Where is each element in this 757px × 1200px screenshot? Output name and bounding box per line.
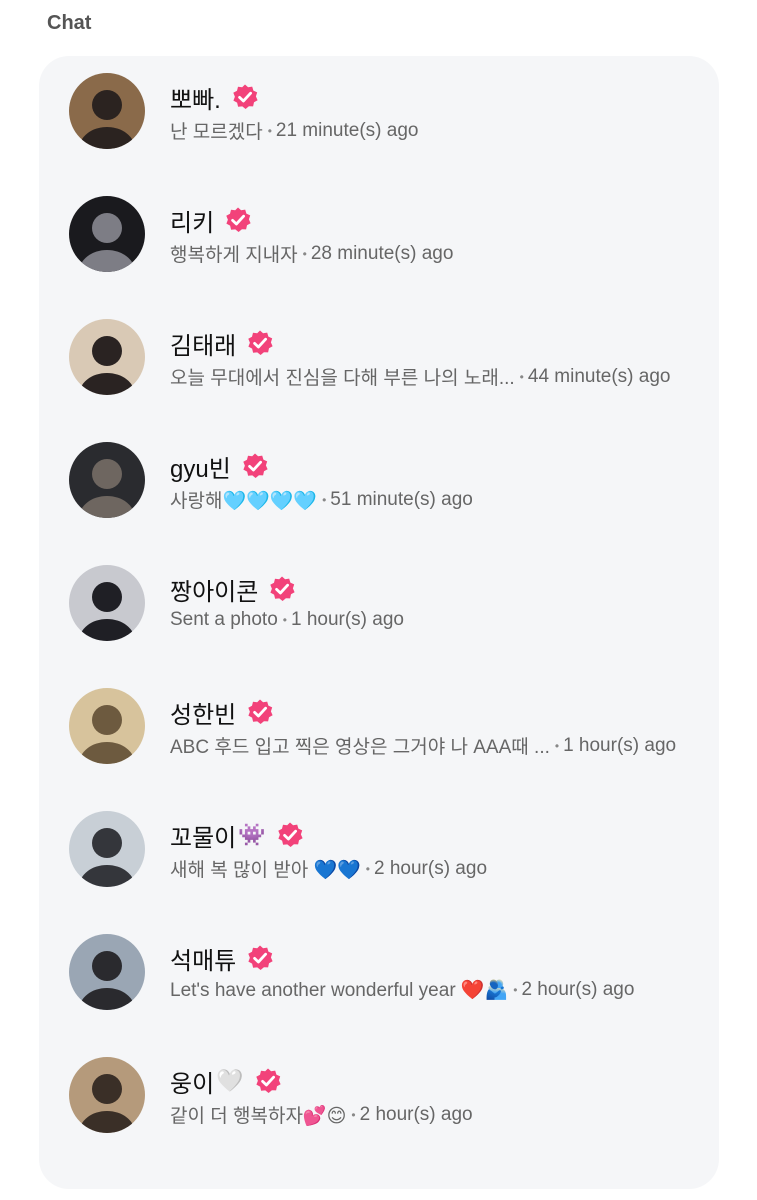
separator-dot: •: [282, 613, 287, 627]
chat-row-4[interactable]: gyu빈 사랑해🩵🩵🩵🩵 • 51 minute(s) ago: [39, 425, 719, 535]
separator-dot: •: [302, 246, 307, 261]
avatar[interactable]: [69, 688, 145, 764]
avatar[interactable]: [69, 565, 145, 641]
avatar-image: [69, 73, 145, 149]
avatar[interactable]: [69, 319, 145, 395]
avatar[interactable]: [69, 73, 145, 149]
contact-name: 석매튜: [170, 947, 237, 975]
message-preview: 오늘 무대에서 진심을 다해 부른 나의 노래...: [170, 368, 515, 389]
section-title: Chat: [47, 12, 92, 34]
verified-badge-icon: [254, 1067, 282, 1095]
contact-name: 뽀빠.: [170, 86, 221, 114]
separator-dot: •: [351, 1107, 356, 1122]
message-preview: 난 모르겠다: [170, 122, 263, 143]
contact-name: 리키: [170, 209, 215, 237]
message-time: 2 hour(s) ago: [374, 857, 488, 879]
avatar[interactable]: [69, 811, 145, 887]
avatar-image: [69, 565, 145, 641]
chat-row-2[interactable]: 리키 행복하게 지내자 • 28 minute(s) ago: [39, 179, 719, 289]
chat-row-1[interactable]: 뽀빠. 난 모르겠다 • 21 minute(s) ago: [39, 56, 719, 166]
avatar-image: [69, 811, 145, 887]
avatar-image: [69, 196, 145, 272]
avatar[interactable]: [69, 1057, 145, 1133]
message-time: 51 minute(s) ago: [330, 488, 473, 510]
chat-row-8[interactable]: 석매튜 Let's have another wonderful year ❤️…: [39, 917, 719, 1027]
avatar-image: [69, 319, 145, 395]
message-preview: 같이 더 행복하자💕😊: [170, 1106, 347, 1127]
separator-dot: •: [513, 983, 518, 997]
separator-dot: •: [267, 123, 272, 138]
verified-badge-icon: [231, 83, 259, 111]
verified-badge-icon: [246, 698, 274, 726]
message-time: 44 minute(s) ago: [527, 365, 671, 387]
name-emoji: 👾: [238, 822, 266, 847]
separator-dot: •: [365, 861, 370, 876]
chat-row-5[interactable]: 짱아이콘 Sent a photo • 1 hour(s) ago: [39, 548, 719, 658]
contact-name: 김태래: [170, 332, 237, 360]
separator-dot: •: [322, 492, 327, 507]
avatar[interactable]: [69, 442, 145, 518]
message-time: 2 hour(s) ago: [521, 979, 635, 1000]
name-emoji: 🤍: [216, 1068, 244, 1093]
contact-name: gyu빈: [170, 455, 231, 483]
verified-badge-icon: [268, 575, 296, 603]
message-time: 2 hour(s) ago: [359, 1103, 473, 1125]
avatar[interactable]: [69, 196, 145, 272]
verified-badge-icon: [246, 329, 274, 357]
message-preview: Let's have another wonderful year ❤️🫂: [170, 980, 509, 1001]
separator-dot: •: [519, 369, 524, 384]
avatar-image: [69, 934, 145, 1010]
verified-badge-icon: [224, 206, 252, 234]
message-time: 28 minute(s) ago: [310, 242, 454, 264]
verified-badge-icon: [276, 821, 304, 849]
chat-row-6[interactable]: 성한빈 ABC 후드 입고 찍은 영상은 그거야 나 AAA때 ... • 1 …: [39, 671, 719, 781]
chat-row-3[interactable]: 김태래 오늘 무대에서 진심을 다해 부른 나의 노래... • 44 minu…: [39, 302, 719, 412]
avatar-image: [69, 442, 145, 518]
chat-row-7[interactable]: 꼬물이 👾 새해 복 많이 받아 💙💙 • 2 hour(s) ago: [39, 794, 719, 904]
verified-badge-icon: [241, 452, 269, 480]
message-preview: ABC 후드 입고 찍은 영상은 그거야 나 AAA때 ...: [170, 737, 550, 758]
message-preview: 새해 복 많이 받아 💙💙: [170, 860, 361, 881]
message-preview: 사랑해🩵🩵🩵🩵: [170, 491, 318, 512]
avatar[interactable]: [69, 934, 145, 1010]
contact-name: 꼬물이: [170, 824, 237, 852]
contact-name: 웅이: [170, 1070, 215, 1098]
separator-dot: •: [554, 738, 560, 753]
verified-badge-icon: [246, 944, 274, 972]
avatar-image: [69, 688, 145, 764]
avatar-image: [69, 1057, 145, 1133]
chat-row-9[interactable]: 웅이 🤍 같이 더 행복하자💕😊 • 2 hour(s) ago: [39, 1040, 719, 1150]
message-preview: 행복하게 지내자: [170, 245, 298, 266]
chat-list: 뽀빠. 난 모르겠다 • 21 minute(s) ago 리키 행복하게 지내…: [39, 56, 719, 1189]
contact-name: 성한빈: [170, 701, 237, 729]
contact-name: 짱아이콘: [170, 578, 259, 606]
message-preview: Sent a photo: [170, 609, 278, 630]
message-time: 1 hour(s) ago: [290, 609, 404, 630]
message-time: 1 hour(s) ago: [563, 734, 677, 756]
message-time: 21 minute(s) ago: [275, 119, 419, 141]
